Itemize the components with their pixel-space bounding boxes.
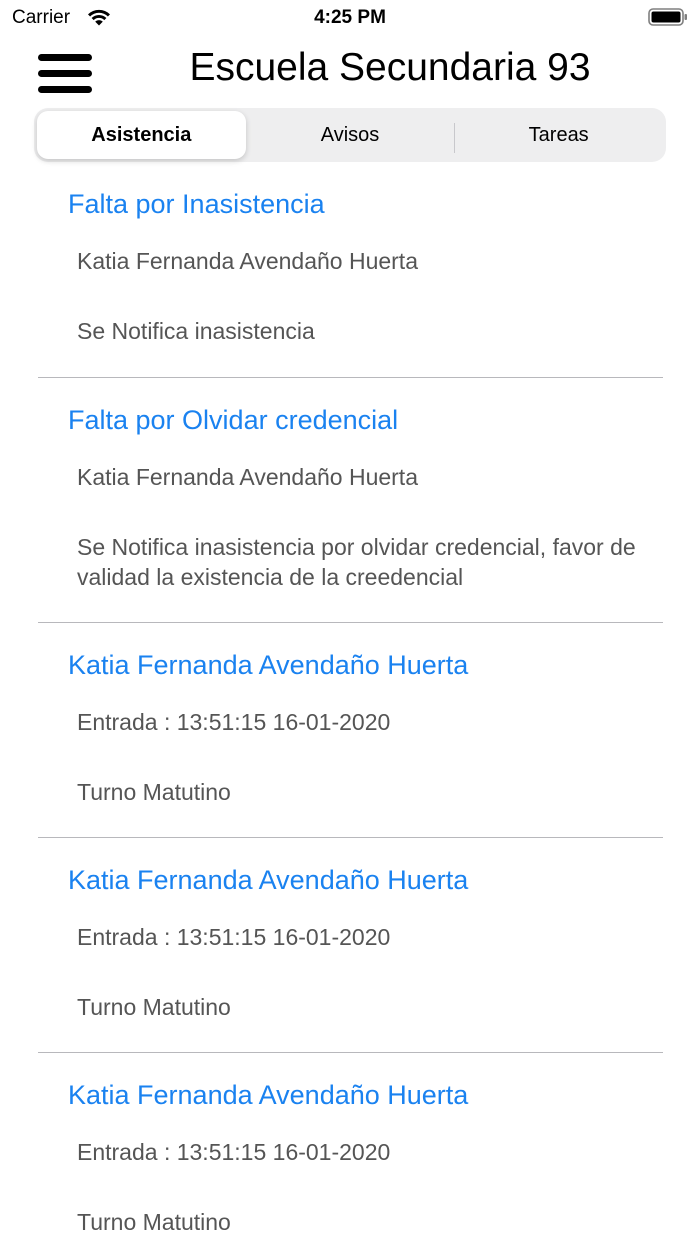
- item-student: Katia Fernanda Avendaño Huerta: [77, 464, 418, 490]
- item-detail: Se Notifica inasistencia: [77, 318, 315, 344]
- item-shift: Turno Matutino: [77, 779, 231, 805]
- app-header: Escuela Secundaria 93: [0, 40, 700, 106]
- item-entry-time: Entrada : 13:51:15 16-01-2020: [77, 709, 391, 735]
- item-detail: Se Notifica inasistencia por olvidar cre…: [77, 534, 636, 590]
- page-title: Escuela Secundaria 93: [189, 46, 591, 89]
- item-title: Katia Fernanda Avendaño Huerta: [68, 1080, 469, 1110]
- tab-tareas[interactable]: Tareas: [454, 111, 663, 159]
- list-item[interactable]: Falta por Olvidar credencial Katia Ferna…: [38, 378, 663, 623]
- status-bar: Carrier 4:25 PM: [0, 0, 700, 36]
- item-title: Falta por Inasistencia: [68, 189, 325, 219]
- status-time: 4:25 PM: [314, 7, 386, 28]
- item-entry-time: Entrada : 13:51:15 16-01-2020: [77, 1139, 391, 1165]
- list-item[interactable]: Falta por Inasistencia Katia Fernanda Av…: [38, 162, 663, 378]
- tab-avisos[interactable]: Avisos: [246, 111, 455, 159]
- tab-asistencia[interactable]: Asistencia: [37, 111, 246, 159]
- tab-label: Tareas: [528, 123, 589, 146]
- item-shift: Turno Matutino: [77, 1209, 231, 1235]
- segment-divider: [454, 123, 456, 153]
- item-title: Falta por Olvidar credencial: [68, 405, 399, 435]
- item-shift: Turno Matutino: [77, 994, 231, 1020]
- item-entry-time: Entrada : 13:51:15 16-01-2020: [77, 924, 391, 950]
- list-item[interactable]: Katia Fernanda Avendaño Huerta Entrada :…: [38, 1053, 663, 1243]
- notification-list: Falta por Inasistencia Katia Fernanda Av…: [0, 162, 700, 1243]
- battery-icon: [648, 8, 687, 26]
- list-item[interactable]: Katia Fernanda Avendaño Huerta Entrada :…: [38, 623, 663, 838]
- list-item[interactable]: Katia Fernanda Avendaño Huerta Entrada :…: [38, 838, 663, 1053]
- item-title: Katia Fernanda Avendaño Huerta: [68, 650, 469, 680]
- tab-label: Asistencia: [91, 123, 192, 146]
- tab-label: Avisos: [320, 123, 380, 146]
- item-title: Katia Fernanda Avendaño Huerta: [68, 865, 469, 895]
- hamburger-menu-icon[interactable]: [38, 54, 92, 96]
- segmented-tabs: Asistencia Avisos Tareas: [34, 108, 666, 162]
- item-student: Katia Fernanda Avendaño Huerta: [77, 248, 418, 274]
